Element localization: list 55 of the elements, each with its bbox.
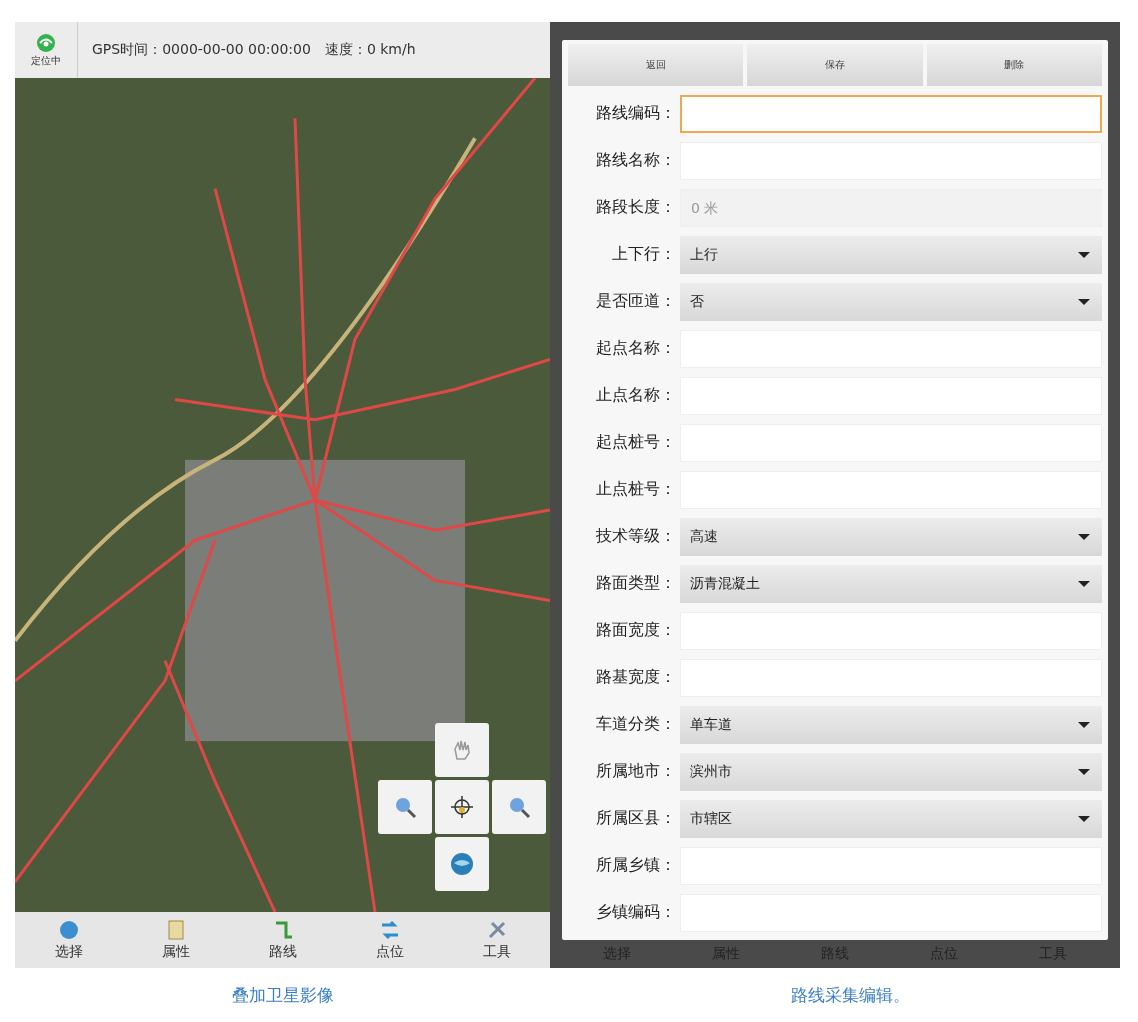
dropdown-field[interactable]: 单车道	[680, 705, 1102, 744]
map-locate-button[interactable]	[435, 780, 489, 834]
dropdown-field[interactable]: 滨州市	[680, 752, 1102, 791]
caret-icon	[1078, 580, 1090, 587]
field-label: 路线名称：	[595, 150, 677, 171]
speed-text: 速度：0 km/h	[324, 41, 416, 59]
caret-icon	[1078, 533, 1090, 540]
nav-tab[interactable]: 选择	[15, 912, 122, 968]
field-label: 路基宽度：	[595, 667, 677, 688]
nav-tab[interactable]: 属性	[122, 912, 229, 968]
field-label: 是否匝道：	[595, 291, 677, 312]
text-field[interactable]	[680, 94, 1102, 133]
gps-status-label: 定位中	[31, 54, 61, 68]
field-label: 路线编码：	[595, 103, 677, 124]
field-label: 所属地市：	[595, 761, 677, 782]
toolbar-button[interactable]: 删除	[926, 44, 1102, 86]
field-label: 起点桩号：	[595, 432, 677, 453]
gps-time-text: GPS时间：0000-00-00 00:00:00	[92, 41, 311, 59]
field-label: 止点桩号：	[595, 479, 677, 500]
globe-icon	[57, 919, 80, 941]
caption: 路线采集编辑。	[789, 984, 911, 1007]
field-label: 路面类型：	[595, 573, 677, 594]
dropdown-field[interactable]: 上行	[680, 235, 1102, 274]
map-hand-button[interactable]	[435, 723, 489, 777]
field-label: 起点名称：	[595, 338, 677, 359]
caret-icon	[1078, 721, 1090, 728]
nav-tab[interactable]: 路线	[229, 912, 336, 968]
dropdown-field[interactable]: 市辖区	[680, 799, 1102, 838]
dropdown-field[interactable]: 高速	[680, 517, 1102, 556]
locate-icon	[449, 794, 475, 820]
toolbar-button[interactable]: 返回	[568, 44, 744, 86]
field-label: 上下行：	[611, 244, 677, 265]
globe-icon	[449, 851, 475, 877]
field-label: 乡镇编码：	[595, 902, 677, 923]
field-label: 止点名称：	[595, 385, 677, 406]
field-label: 技术等级：	[595, 526, 677, 547]
field-label: 路面宽度：	[595, 620, 677, 641]
map-globe-button[interactable]	[435, 837, 489, 891]
field-label: 所属乡镇：	[595, 855, 677, 876]
caret-icon	[1078, 251, 1090, 258]
caret-icon	[1078, 298, 1090, 305]
map-zoom-out-button[interactable]	[492, 780, 546, 834]
map-zoom-in-button[interactable]	[378, 780, 432, 834]
nav-tab[interactable]: 工具	[443, 912, 550, 968]
caption: 叠加卫星影像	[230, 984, 335, 1007]
field-label: 所属区县：	[595, 808, 677, 829]
field-label: 车道分类：	[595, 714, 677, 735]
caret-icon	[1078, 768, 1090, 775]
dropdown-field[interactable]: 沥青混凝土	[680, 564, 1102, 603]
field-label: 路段长度：	[595, 197, 677, 218]
toolbar-button[interactable]: 保存	[747, 44, 923, 86]
caret-icon	[1078, 815, 1090, 822]
satellite-icon	[35, 32, 57, 54]
dropdown-field[interactable]: 否	[680, 282, 1102, 321]
nav-tab[interactable]: 点位	[336, 912, 443, 968]
